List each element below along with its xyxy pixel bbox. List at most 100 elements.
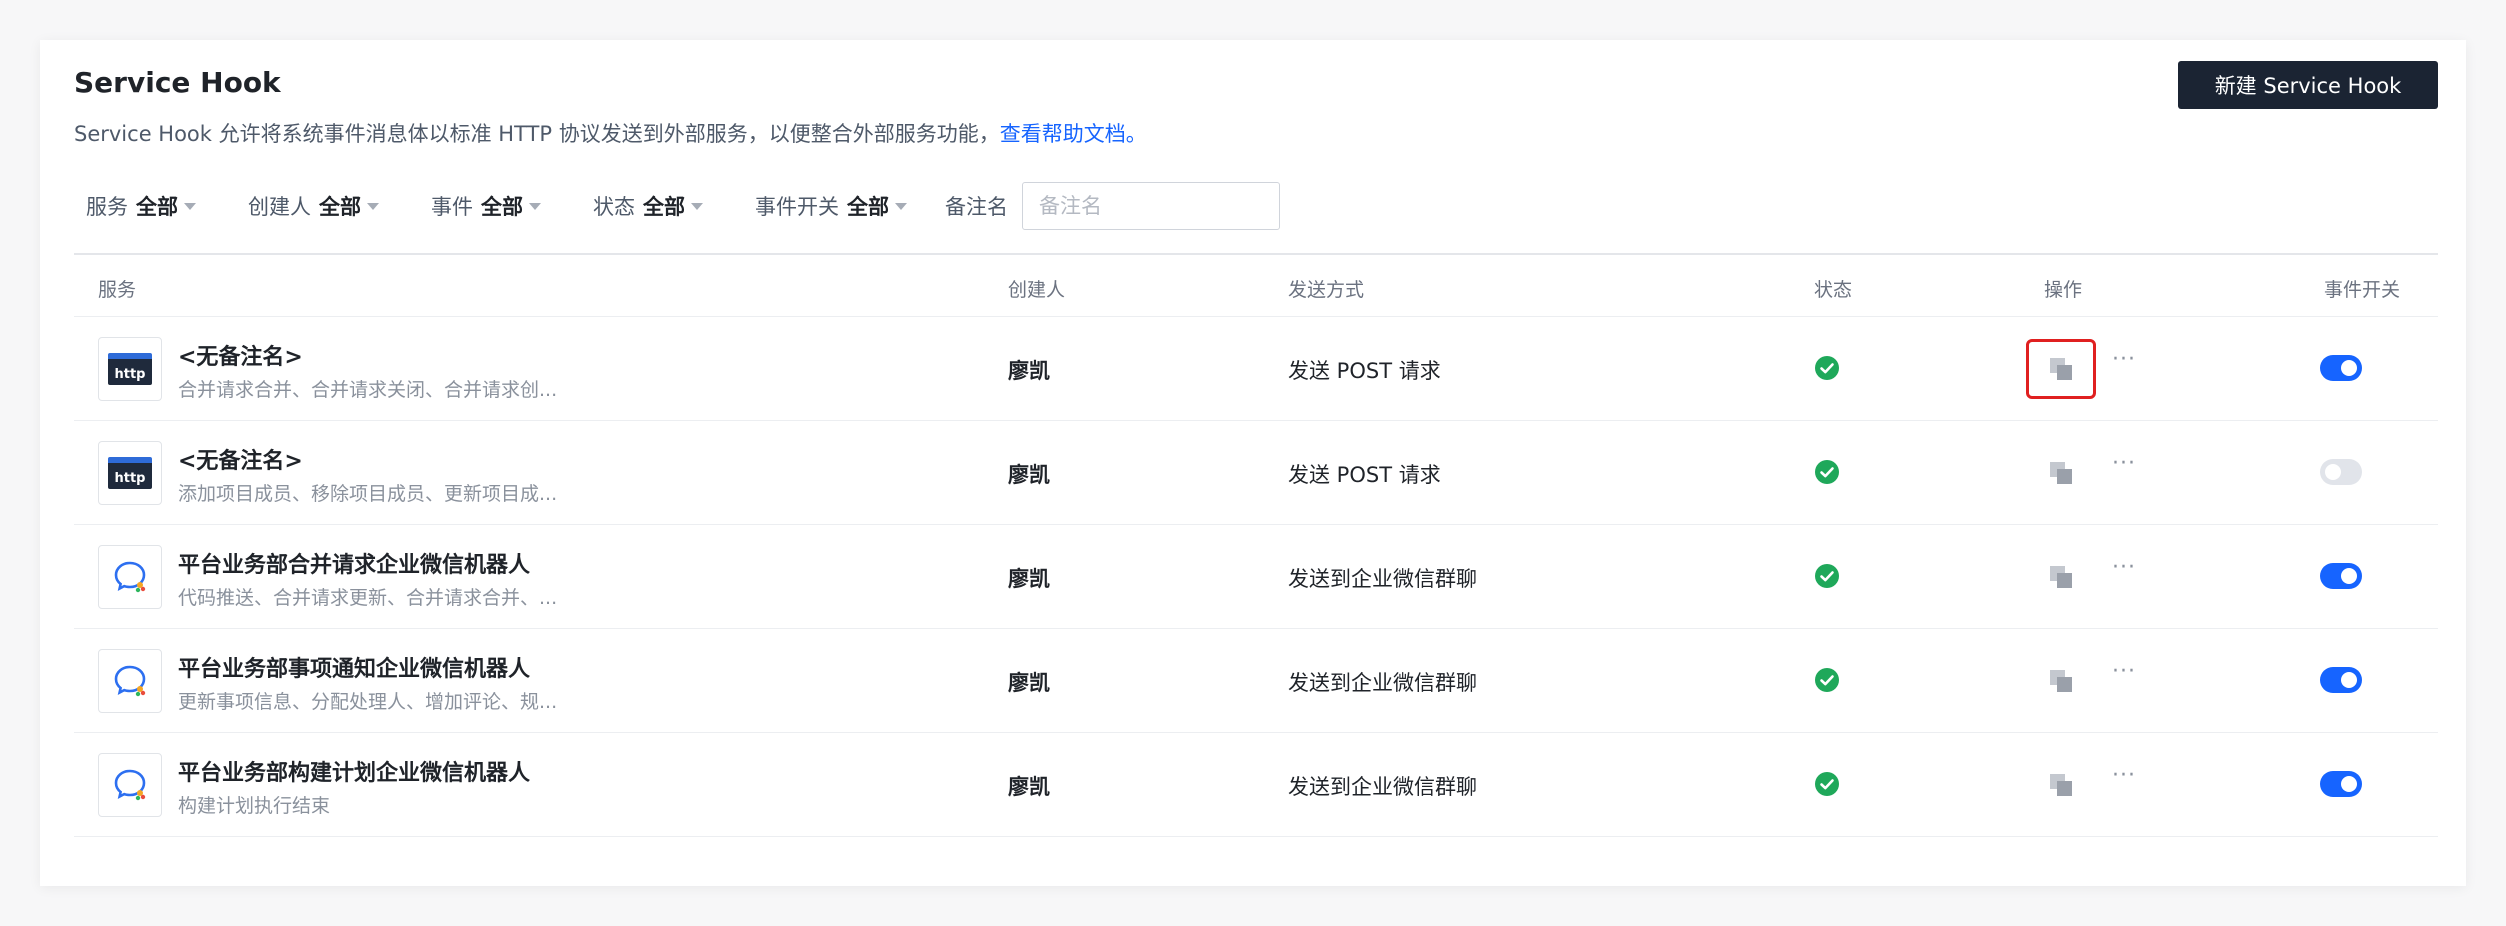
check-circle-icon (1815, 564, 1839, 588)
creator-name: 廖凯 (1008, 359, 1050, 383)
column-event-switch: 事件开关 (2324, 279, 2401, 301)
filter-service[interactable]: 服务 全部 (86, 191, 196, 221)
more-icon[interactable]: ··· (2112, 763, 2136, 788)
creator-name: 廖凯 (1008, 775, 1050, 799)
column-creator: 创建人 (1008, 279, 1066, 301)
send-method: 发送 POST 请求 (1288, 359, 1441, 383)
service-icon-box (98, 753, 162, 817)
creator-name: 廖凯 (1008, 463, 1050, 487)
toggle-knob (2341, 360, 2357, 376)
wecom-icon (114, 561, 146, 593)
service-hook-panel: Service Hook Service Hook 允许将系统事件消息体以标准 … (40, 40, 2466, 886)
send-method: 发送到企业微信群聊 (1288, 671, 1477, 695)
check-circle-icon (1815, 772, 1839, 796)
service-hook-table: 服务 创建人 发送方式 状态 操作 事件开关 http <无备注名> 合并请求合并、… (74, 253, 2438, 837)
page-description: Service Hook 允许将系统事件消息体以标准 HTTP 协议发送到外部服… (74, 118, 1147, 148)
event-switch-toggle[interactable] (2320, 667, 2362, 693)
copy-icon (2050, 462, 2072, 484)
status-indicator (1814, 355, 1840, 381)
column-method: 发送方式 (1288, 279, 1365, 301)
service-name[interactable]: 平台业务部合并请求企业微信机器人 (178, 547, 530, 579)
service-name[interactable]: <无备注名> (178, 339, 303, 371)
send-method: 发送 POST 请求 (1288, 463, 1441, 487)
event-switch-toggle[interactable] (2320, 355, 2362, 381)
filter-value: 全部 (643, 195, 685, 219)
toggle-knob (2341, 568, 2357, 584)
toggle-knob (2341, 776, 2357, 792)
check-circle-icon (1815, 356, 1839, 380)
more-icon[interactable]: ··· (2112, 555, 2136, 580)
copy-button[interactable] (2026, 339, 2096, 399)
table-row: http <无备注名> 合并请求合并、合并请求关闭、合并请求创... 廖凯 发送 POS… (74, 317, 2438, 421)
caret-down-icon (184, 202, 196, 210)
copy-button[interactable] (2026, 755, 2096, 815)
service-icon-box (98, 545, 162, 609)
page-title: Service Hook (74, 66, 281, 99)
service-icon-box (98, 649, 162, 713)
service-events: 代码推送、合并请求更新、合并请求合并、... (178, 587, 558, 609)
column-status: 状态 (1814, 279, 1853, 301)
toggle-knob (2341, 672, 2357, 688)
filter-status[interactable]: 状态 全部 (593, 191, 703, 221)
filter-label: 事件开关 (755, 195, 839, 219)
filter-label: 创建人 (248, 195, 311, 219)
more-icon[interactable]: ··· (2112, 659, 2136, 684)
copy-icon (2050, 358, 2072, 380)
column-service: 服务 (98, 279, 137, 301)
table-body: http <无备注名> 合并请求合并、合并请求关闭、合并请求创... 廖凯 发送 POS… (74, 317, 2438, 837)
filter-creator[interactable]: 创建人 全部 (248, 191, 379, 221)
table-row: 平台业务部事项通知企业微信机器人 更新事项信息、分配处理人、增加评论、规... 廖凯… (74, 629, 2438, 733)
service-icon-box: http (98, 441, 162, 505)
help-doc-link[interactable]: 查看帮助文档。 (1000, 122, 1147, 146)
filter-value: 全部 (481, 195, 523, 219)
wecom-icon (114, 665, 146, 697)
filter-event-switch[interactable]: 事件开关 全部 (755, 191, 907, 221)
table-row: http <无备注名> 添加项目成员、移除项目成员、更新项目成... 廖凯 发送 POS… (74, 421, 2438, 525)
service-icon-box: http (98, 337, 162, 401)
filter-value: 全部 (319, 195, 361, 219)
more-icon[interactable]: ··· (2112, 347, 2136, 372)
copy-icon (2050, 670, 2072, 692)
caret-down-icon (367, 202, 379, 210)
new-service-hook-button[interactable]: 新建 Service Hook (2178, 61, 2438, 109)
filter-label: 服务 (86, 195, 128, 219)
filter-label: 状态 (593, 195, 635, 219)
event-switch-toggle[interactable] (2320, 771, 2362, 797)
service-name[interactable]: 平台业务部事项通知企业微信机器人 (178, 651, 530, 683)
table-row: 平台业务部合并请求企业微信机器人代码推送、合并请求更新、合并请求合并、... 廖凯… (74, 525, 2438, 629)
filter-bar: 服务 全部 创建人 全部 事件 全部 状态 全部 事件开关 全部 备注名 (86, 182, 1280, 230)
filter-event[interactable]: 事件 全部 (431, 191, 541, 221)
copy-button[interactable] (2026, 443, 2096, 503)
check-circle-icon (1815, 460, 1839, 484)
table-row: 平台业务部构建计划企业微信机器人 构建计划执行结束 廖凯 发送到企业微信群聊 ··· (74, 733, 2438, 837)
filter-value: 全部 (136, 195, 178, 219)
status-indicator (1814, 563, 1840, 589)
event-switch-toggle[interactable] (2320, 459, 2362, 485)
copy-icon (2050, 774, 2072, 796)
remark-label: 备注名 (945, 195, 1008, 219)
filter-label: 事件 (431, 195, 473, 219)
remark-input[interactable] (1022, 182, 1280, 230)
service-events: 添加项目成员、移除项目成员、更新项目成... (178, 483, 558, 505)
copy-button[interactable] (2026, 651, 2096, 711)
creator-name: 廖凯 (1008, 567, 1050, 591)
more-icon[interactable]: ··· (2112, 451, 2136, 476)
caret-down-icon (691, 202, 703, 210)
service-name[interactable]: <无备注名> (178, 443, 303, 475)
status-indicator (1814, 459, 1840, 485)
status-indicator (1814, 771, 1840, 797)
event-switch-toggle[interactable] (2320, 563, 2362, 589)
service-events: 构建计划执行结束 (178, 795, 331, 817)
http-icon: http (108, 353, 152, 385)
caret-down-icon (529, 202, 541, 210)
service-events: 合并请求合并、合并请求关闭、合并请求创... (178, 379, 558, 401)
copy-icon (2050, 566, 2072, 588)
service-name[interactable]: 平台业务部构建计划企业微信机器人 (178, 755, 530, 787)
table-header: 服务 创建人 发送方式 状态 操作 事件开关 (74, 255, 2438, 317)
column-actions: 操作 (2044, 279, 2083, 301)
creator-name: 廖凯 (1008, 671, 1050, 695)
filter-value: 全部 (847, 195, 889, 219)
copy-button[interactable] (2026, 547, 2096, 607)
caret-down-icon (895, 202, 907, 210)
check-circle-icon (1815, 668, 1839, 692)
